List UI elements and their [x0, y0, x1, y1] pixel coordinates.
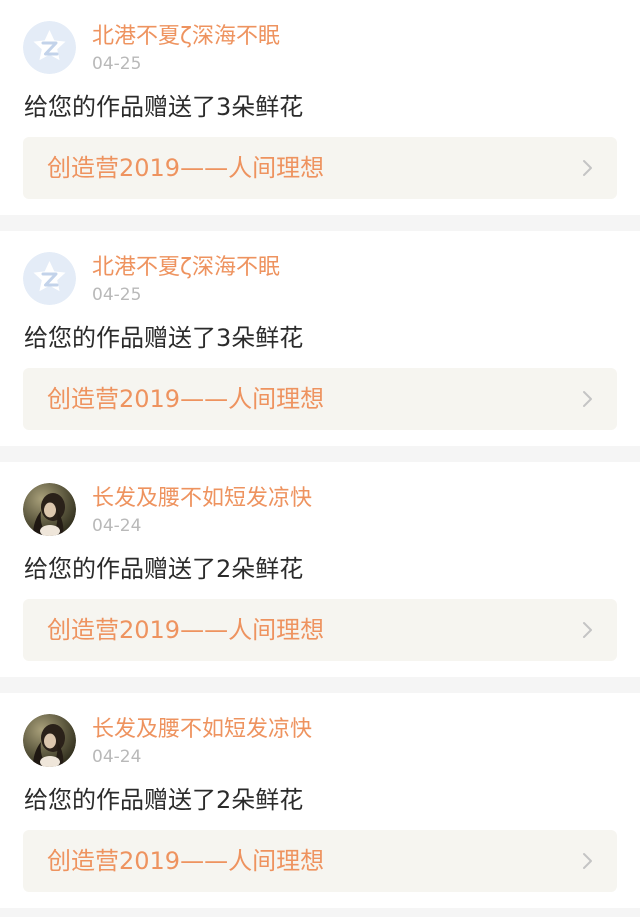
chevron-right-icon [583, 160, 592, 176]
username[interactable]: 长发及腰不如短发凉快 [92, 715, 312, 745]
avatar[interactable] [23, 252, 76, 305]
work-title: 创造营2019——人间理想 [47, 154, 325, 182]
work-link-card[interactable]: 创造营2019——人间理想 [23, 368, 617, 430]
qzone-default-avatar-icon [23, 252, 76, 305]
list-item: 长发及腰不如短发凉快 04-24 给您的作品赠送了2朵鲜花 创造营2019——人… [0, 462, 640, 677]
username[interactable]: 北港不夏ζ深海不眠 [92, 253, 280, 283]
work-title: 创造营2019——人间理想 [47, 847, 325, 875]
timestamp: 04-24 [92, 747, 142, 767]
work-link-card[interactable]: 创造营2019——人间理想 [23, 137, 617, 199]
qzone-default-avatar-icon [23, 21, 76, 74]
timestamp: 04-25 [92, 285, 142, 305]
list-item: 长发及腰不如短发凉快 04-24 给您的作品赠送了2朵鲜花 创造营2019——人… [0, 693, 640, 908]
list-item: 北港不夏ζ深海不眠 04-25 给您的作品赠送了3朵鲜花 创造营2019——人间… [0, 231, 640, 446]
user-photo-avatar [23, 714, 76, 767]
work-title: 创造营2019——人间理想 [47, 385, 325, 413]
chevron-right-icon [583, 391, 592, 407]
user-photo-avatar [23, 483, 76, 536]
gift-message: 给您的作品赠送了3朵鲜花 [24, 324, 304, 352]
list-item: 北港不夏ζ深海不眠 04-25 给您的作品赠送了3朵鲜花 创造营2019——人间… [0, 0, 640, 215]
avatar[interactable] [23, 714, 76, 767]
gift-notification-feed: 北港不夏ζ深海不眠 04-25 给您的作品赠送了3朵鲜花 创造营2019——人间… [0, 0, 640, 917]
timestamp: 04-24 [92, 516, 142, 536]
username[interactable]: 长发及腰不如短发凉快 [92, 484, 312, 514]
work-link-card[interactable]: 创造营2019——人间理想 [23, 599, 617, 661]
work-link-card[interactable]: 创造营2019——人间理想 [23, 830, 617, 892]
username[interactable]: 北港不夏ζ深海不眠 [92, 22, 280, 52]
gift-message: 给您的作品赠送了2朵鲜花 [24, 555, 304, 583]
avatar[interactable] [23, 21, 76, 74]
timestamp: 04-25 [92, 54, 142, 74]
gift-message: 给您的作品赠送了3朵鲜花 [24, 93, 304, 121]
avatar[interactable] [23, 483, 76, 536]
work-title: 创造营2019——人间理想 [47, 616, 325, 644]
chevron-right-icon [583, 853, 592, 869]
chevron-right-icon [583, 622, 592, 638]
gift-message: 给您的作品赠送了2朵鲜花 [24, 786, 304, 814]
